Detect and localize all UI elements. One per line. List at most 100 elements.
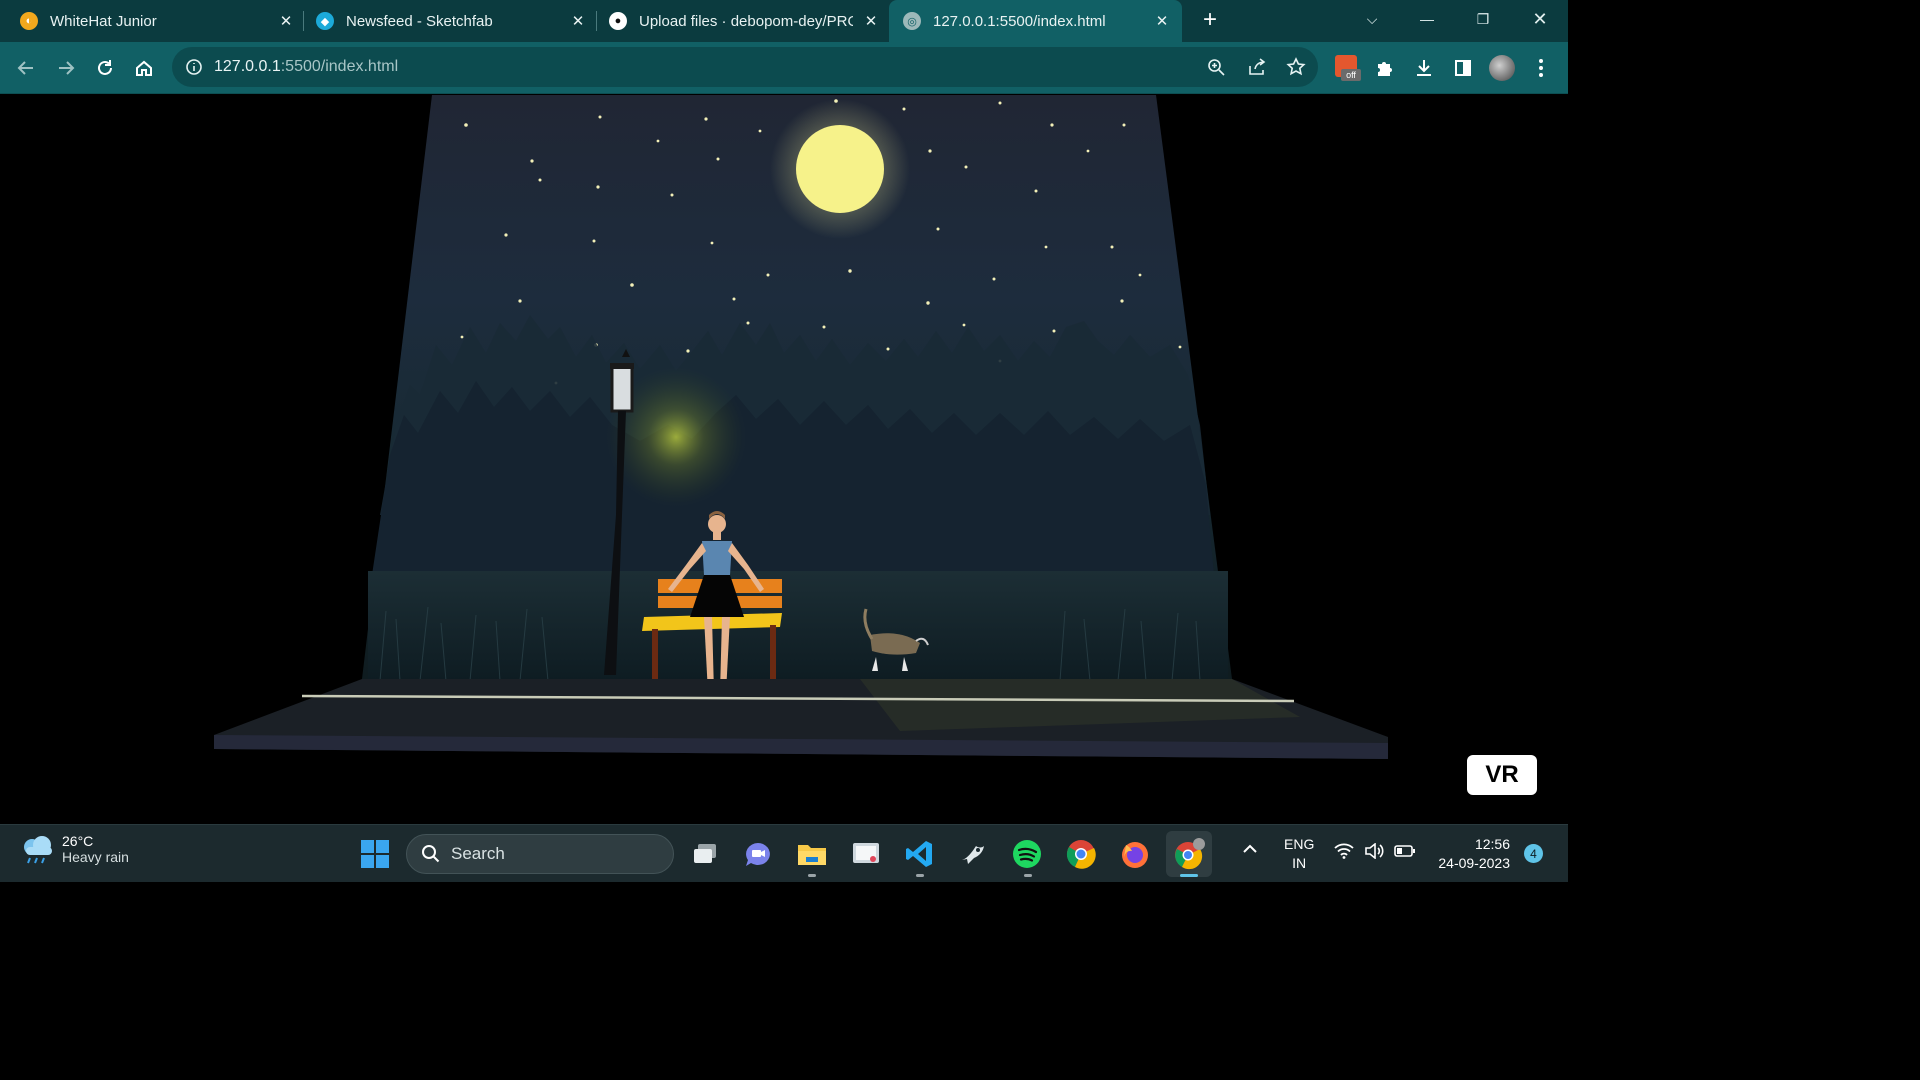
volume-icon: [1365, 843, 1384, 859]
home-icon: [136, 60, 152, 76]
grass-band: [368, 571, 1228, 681]
taskbar-running-indicator: [1024, 874, 1032, 877]
taskbar-running-indicator: [808, 874, 816, 877]
tab-localhost[interactable]: ◎ 127.0.0.1:5500/index.html ✕: [889, 0, 1182, 42]
close-tab-icon[interactable]: ✕: [276, 11, 296, 31]
moon: [796, 125, 884, 213]
taskbar-active-indicator: [1180, 874, 1198, 877]
inkscape-button[interactable]: [954, 835, 992, 873]
vr-button[interactable]: VR: [1467, 755, 1537, 795]
tab-divider: [596, 11, 597, 31]
download-icon: [1417, 60, 1431, 76]
info-icon: [186, 59, 202, 75]
firefox-button[interactable]: [1116, 835, 1154, 873]
puzzle-icon: [1378, 62, 1392, 76]
screen-capture-button[interactable]: [847, 835, 885, 873]
profile-button[interactable]: [1488, 54, 1516, 82]
chrome-profile-icon: [1175, 838, 1205, 870]
side-panel-button[interactable]: [1449, 54, 1477, 82]
task-view-button[interactable]: [686, 835, 724, 873]
battery-icon: [1394, 845, 1415, 857]
downloads-button[interactable]: [1410, 54, 1438, 82]
avatar: [1489, 55, 1515, 81]
clock[interactable]: 12:56 24-09-2023: [1432, 835, 1510, 873]
region-code: IN: [1292, 855, 1307, 871]
new-tab-button[interactable]: +: [1196, 6, 1224, 34]
chat-icon: [746, 843, 770, 866]
extension-off-icon: off: [1335, 55, 1361, 81]
bird-app-icon: [962, 846, 984, 864]
close-window-button[interactable]: ✕: [1520, 4, 1560, 34]
chrome-icon: [1066, 840, 1096, 869]
weather-condition: Heavy rain: [62, 849, 129, 865]
github-icon: ●: [609, 12, 627, 30]
tab-title: WhiteHat Junior: [50, 12, 157, 30]
globe-icon: ◎: [903, 12, 921, 30]
home-button[interactable]: [130, 54, 158, 82]
tab-divider: [303, 11, 304, 31]
weather-widget[interactable]: 26°C Heavy rain: [20, 833, 129, 865]
extensions-button[interactable]: [1371, 54, 1399, 82]
back-arrow-icon: [17, 61, 33, 75]
taskbar-running-indicator: [916, 874, 924, 877]
firefox-icon: [1122, 842, 1148, 868]
url-host: 127.0.0.1: [214, 58, 281, 75]
kebab-menu-icon: [1539, 59, 1543, 77]
close-tab-icon[interactable]: ✕: [861, 11, 881, 31]
notification-badge[interactable]: 4: [1524, 844, 1543, 863]
show-hidden-icons-button[interactable]: [1242, 841, 1258, 857]
tab-title: 127.0.0.1:5500/index.html: [933, 12, 1106, 30]
start-button[interactable]: [356, 835, 394, 873]
network-volume-battery[interactable]: [1334, 843, 1416, 859]
search-icon: [422, 845, 440, 863]
tab-whitehat[interactable]: ◐ WhiteHat Junior ✕: [20, 0, 296, 42]
vscode-icon: [906, 841, 932, 867]
clock-time: 12:56: [1474, 836, 1510, 852]
side-panel-icon: [1455, 60, 1471, 76]
chrome-profile-button[interactable]: [1166, 831, 1212, 877]
tab-title: Newsfeed - Sketchfab: [346, 12, 493, 30]
restore-button[interactable]: ❐: [1463, 4, 1503, 34]
back-button[interactable]: [12, 54, 40, 82]
sketchfab-icon: ◆: [316, 12, 334, 30]
tab-search-chevron-icon[interactable]: ⌵: [1352, 4, 1392, 34]
address-bar[interactable]: 127.0.0.1:5500/index.html: [172, 47, 1318, 87]
close-tab-icon[interactable]: ✕: [568, 11, 588, 31]
folder-icon: [798, 845, 826, 865]
windows-taskbar: 26°C Heavy rain Search ENG IN 12:56 24-0…: [0, 824, 1568, 882]
wifi-icon: [1334, 843, 1354, 859]
teams-chat-button[interactable]: [739, 835, 777, 873]
chrome-button[interactable]: [1062, 835, 1100, 873]
reload-button[interactable]: [91, 54, 119, 82]
clock-date: 24-09-2023: [1438, 855, 1510, 871]
rain-cloud-icon: [24, 836, 52, 864]
language-indicator[interactable]: ENG IN: [1284, 835, 1314, 873]
minimize-button[interactable]: —: [1407, 4, 1447, 34]
tab-github[interactable]: ● Upload files · debopom-dey/PRO ✕: [609, 0, 881, 42]
tab-sketchfab[interactable]: ◆ Newsfeed - Sketchfab ✕: [316, 0, 588, 42]
taskbar-search[interactable]: Search: [406, 834, 674, 874]
menu-button[interactable]: [1527, 54, 1555, 82]
vscode-button[interactable]: [900, 835, 938, 873]
address-url: 127.0.0.1:5500/index.html: [214, 58, 398, 76]
file-explorer-button[interactable]: [793, 835, 831, 873]
extension-off-button[interactable]: off: [1334, 54, 1362, 82]
url-path: :5500/index.html: [280, 58, 399, 75]
share-icon[interactable]: [1247, 58, 1267, 76]
windows-logo-icon: [361, 840, 389, 868]
spotify-icon: [1013, 840, 1041, 868]
forward-button[interactable]: [52, 54, 80, 82]
zoom-icon[interactable]: [1207, 58, 1225, 76]
tab-title: Upload files · debopom-dey/PRO: [639, 12, 853, 30]
web-viewport[interactable]: VR: [0, 95, 1568, 824]
bookmark-star-icon[interactable]: [1286, 57, 1306, 77]
chevron-up-icon: [1243, 844, 1257, 853]
tab-strip: ◐ WhiteHat Junior ✕ ◆ Newsfeed - Sketchf…: [0, 0, 1568, 42]
night-park-scene[interactable]: [0, 95, 1568, 824]
task-view-icon: [694, 844, 716, 863]
close-tab-icon[interactable]: ✕: [1152, 11, 1172, 31]
spotify-button[interactable]: [1008, 835, 1046, 873]
search-label: Search: [451, 844, 505, 863]
browser-toolbar: 127.0.0.1:5500/index.html off: [0, 42, 1568, 94]
reload-icon: [98, 60, 112, 75]
